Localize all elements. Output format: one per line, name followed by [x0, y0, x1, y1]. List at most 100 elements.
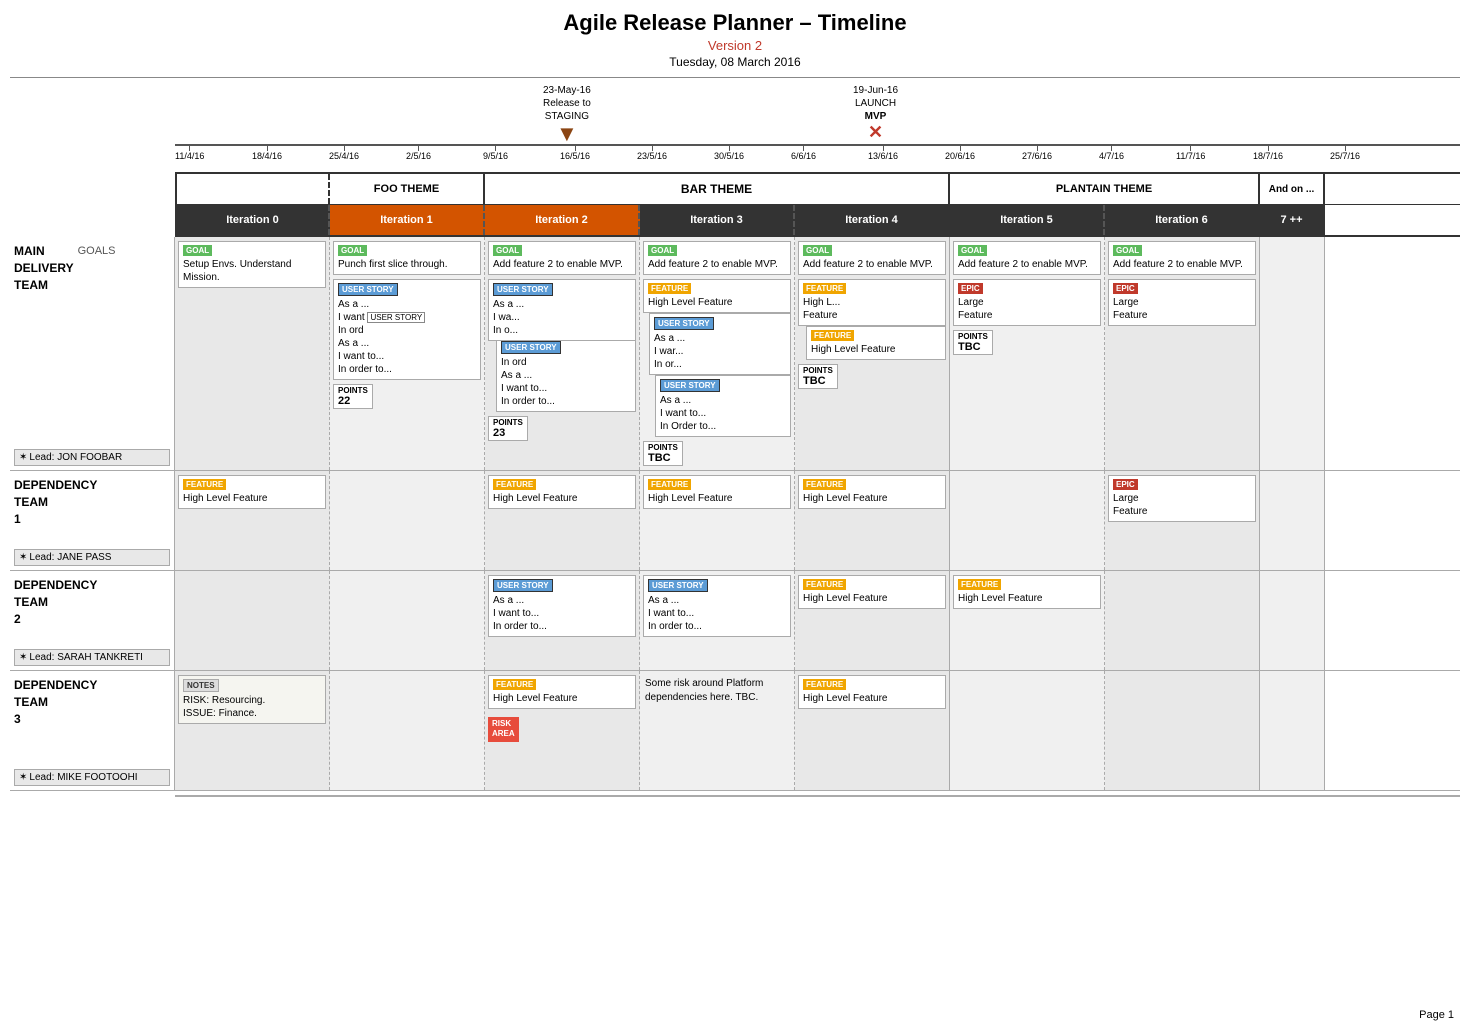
- main-2-us-group: USER STORY As a ...I wa...In o... USER S…: [488, 279, 636, 412]
- dep3-iter7-col: [1260, 671, 1325, 790]
- dep3-iter5-col: [950, 671, 1105, 790]
- iter-col-1-header: Iteration 1: [330, 205, 485, 235]
- card-dep3-2-feat: FEATURE High Level Feature: [488, 675, 636, 709]
- card-dep2-3-us: USER STORY As a ...I want to...In order …: [643, 575, 791, 637]
- milestone-mvp: 19-Jun-16LAUNCHMVP ✕: [853, 84, 898, 141]
- dep2-iter3-col: USER STORY As a ...I want to...In order …: [640, 571, 795, 670]
- points-main-5: POINTS TBC: [953, 330, 1101, 355]
- card-main-0-goal: GOAL Setup Envs. Understand Mission.: [178, 241, 326, 288]
- tick-6: 23/5/16: [637, 146, 667, 161]
- milestone-mvp-label: 19-Jun-16LAUNCHMVP: [853, 84, 898, 123]
- theme-plantain-cell: PLANTAIN THEME: [950, 174, 1260, 204]
- dep1-iter3-col: FEATURE High Level Feature: [640, 471, 795, 570]
- tick-13: 11/7/16: [1176, 146, 1205, 161]
- card-dep1-3-feat: FEATURE High Level Feature: [643, 475, 791, 509]
- card-dep3-4-feat: FEATURE High Level Feature: [798, 675, 946, 709]
- goals-label: GOALS: [78, 245, 116, 257]
- tick-14: 18/7/16: [1253, 146, 1283, 161]
- tick-3: 2/5/16: [406, 146, 431, 161]
- card-main-1-us: USER STORY As a ...I want USER STORYIn o…: [333, 279, 481, 380]
- tick-7: 30/5/16: [714, 146, 744, 161]
- iter-col-0-header: Iteration 0: [175, 205, 330, 235]
- dep3-iter3-col: Some risk around Platform dependencies h…: [640, 671, 795, 790]
- team-name-dep3: DEPENDENCY TEAM 3: [14, 677, 170, 727]
- theme-header-row: FOO THEME BAR THEME PLANTAIN THEME And o…: [175, 172, 1460, 205]
- theme-foo-cell: FOO THEME: [330, 174, 485, 204]
- iter-col-3-header: Iteration 3: [640, 205, 795, 235]
- dep1-iter6-col: EPIC LargeFeature: [1105, 471, 1260, 570]
- tick-10: 20/6/16: [945, 146, 975, 161]
- iter-col-6-header: Iteration 6: [1105, 205, 1260, 235]
- card-main-6-epic: EPIC LargeFeature: [1108, 279, 1256, 326]
- tick-11: 27/6/16: [1022, 146, 1052, 161]
- dep1-iter5-col: [950, 471, 1105, 570]
- main-iter6-col: GOAL Add feature 2 to enable MVP. EPIC L…: [1105, 237, 1260, 470]
- dep3-3-note: Some risk around Platform dependencies h…: [643, 675, 791, 707]
- iter-col-7-header: 7 ++: [1260, 205, 1325, 235]
- card-main-3-us2: USER STORY As a ...I want to...In Order …: [655, 375, 791, 437]
- team-name-dep2: DEPENDENCY TEAM 2: [14, 577, 170, 627]
- milestone-staging-label: 23-May-16Release toSTAGING: [543, 84, 591, 123]
- dep3-iter0-col: NOTES RISK: Resourcing.ISSUE: Finance.: [175, 671, 330, 790]
- dep3-iter4-col: FEATURE High Level Feature: [795, 671, 950, 790]
- team-label-main: MAIN DELIVERY TEAM GOALS ✶ Lead: JON FOO…: [10, 237, 175, 470]
- card-dep3-0-notes: NOTES RISK: Resourcing.ISSUE: Finance.: [178, 675, 326, 724]
- dep2-iter6-col: [1105, 571, 1260, 670]
- main-iter1-col: GOAL Punch first slice through. USER STO…: [330, 237, 485, 470]
- team-row-dep2: DEPENDENCY TEAM 2 ✶ Lead: SARAH TANKRETI…: [10, 571, 1460, 671]
- team-name-main: MAIN DELIVERY TEAM: [14, 243, 74, 293]
- tick-15: 25/7/16: [1330, 146, 1360, 161]
- dep3-iter6-col: [1105, 671, 1260, 790]
- card-main-5-goal: GOAL Add feature 2 to enable MVP.: [953, 241, 1101, 275]
- card-dep2-2-us: USER STORY As a ...I want to...In order …: [488, 575, 636, 637]
- iter-col-2-header: Iteration 2: [485, 205, 640, 235]
- iter-col-5-header: Iteration 5: [950, 205, 1105, 235]
- main-iter2-col: GOAL Add feature 2 to enable MVP. USER S…: [485, 237, 640, 470]
- card-main-6-goal: GOAL Add feature 2 to enable MVP.: [1108, 241, 1256, 275]
- risk-area-tag: RISKAREA: [488, 717, 519, 742]
- dep2-iter4-col: FEATURE High Level Feature: [795, 571, 950, 670]
- points-main-2: POINTS 23: [488, 416, 636, 441]
- header-divider: [10, 77, 1460, 78]
- card-dep1-2-feat: FEATURE High Level Feature: [488, 475, 636, 509]
- dep2-iter2-col: USER STORY As a ...I want to...In order …: [485, 571, 640, 670]
- milestone-row: 23-May-16Release toSTAGING ▼ 19-Jun-16LA…: [175, 84, 1460, 144]
- tick-5: 16/5/16: [560, 146, 590, 161]
- team-label-dep1: DEPENDENCY TEAM 1 ✶ Lead: JANE PASS: [10, 471, 175, 570]
- dep2-iter1-col: [330, 571, 485, 670]
- card-main-5-epic: EPIC LargeFeature: [953, 279, 1101, 326]
- team-lead-main: ✶ Lead: JON FOOBAR: [14, 449, 170, 466]
- card-main-2-goal: GOAL Add feature 2 to enable MVP.: [488, 241, 636, 275]
- main-iter7-col: [1260, 237, 1325, 470]
- team-row-dep3: DEPENDENCY TEAM 3 ✶ Lead: MIKE FOOTOOHI …: [10, 671, 1460, 791]
- points-main-3: POINTS TBC: [643, 441, 791, 466]
- tick-12: 4/7/16: [1099, 146, 1124, 161]
- dep1-iter0-col: FEATURE High Level Feature: [175, 471, 330, 570]
- dep2-iter0-col: [175, 571, 330, 670]
- card-dep1-0-feat: FEATURE High Level Feature: [178, 475, 326, 509]
- dep3-iter2-col: FEATURE High Level Feature RISKAREA: [485, 671, 640, 790]
- bottom-ruler: [175, 795, 1460, 797]
- dep2-iter7-col: [1260, 571, 1325, 670]
- dep3-iter1-col: [330, 671, 485, 790]
- page-number: Page 1: [1419, 1009, 1454, 1021]
- tick-0: 11/4/16: [175, 146, 204, 161]
- card-dep2-5-feat: FEATURE High Level Feature: [953, 575, 1101, 609]
- main-iter5-col: GOAL Add feature 2 to enable MVP. EPIC L…: [950, 237, 1105, 470]
- card-main-3-feat: FEATURE High Level Feature: [643, 279, 791, 313]
- tick-1: 18/4/16: [252, 146, 282, 161]
- main-iter3-col: GOAL Add feature 2 to enable MVP. FEATUR…: [640, 237, 795, 470]
- dep1-iter2-col: FEATURE High Level Feature: [485, 471, 640, 570]
- dep2-iter5-col: FEATURE High Level Feature: [950, 571, 1105, 670]
- page-title: Agile Release Planner – Timeline: [10, 10, 1460, 36]
- card-main-3-us1: USER STORY As a ...I war...In or...: [649, 313, 791, 375]
- card-main-4-feat2: FEATURE High Level Feature: [806, 326, 946, 360]
- theme-andon-cell: And on ...: [1260, 174, 1325, 204]
- card-dep1-4-feat: FEATURE High Level Feature: [798, 475, 946, 509]
- theme-iter0-cell: [175, 174, 330, 204]
- tick-4: 9/5/16: [483, 146, 508, 161]
- team-lead-dep1: ✶ Lead: JANE PASS: [14, 549, 170, 566]
- main-iter0-col: GOAL Setup Envs. Understand Mission.: [175, 237, 330, 470]
- tick-8: 6/6/16: [791, 146, 816, 161]
- main-4-feat-group: FEATURE High L...Feature FEATURE High Le…: [798, 279, 946, 360]
